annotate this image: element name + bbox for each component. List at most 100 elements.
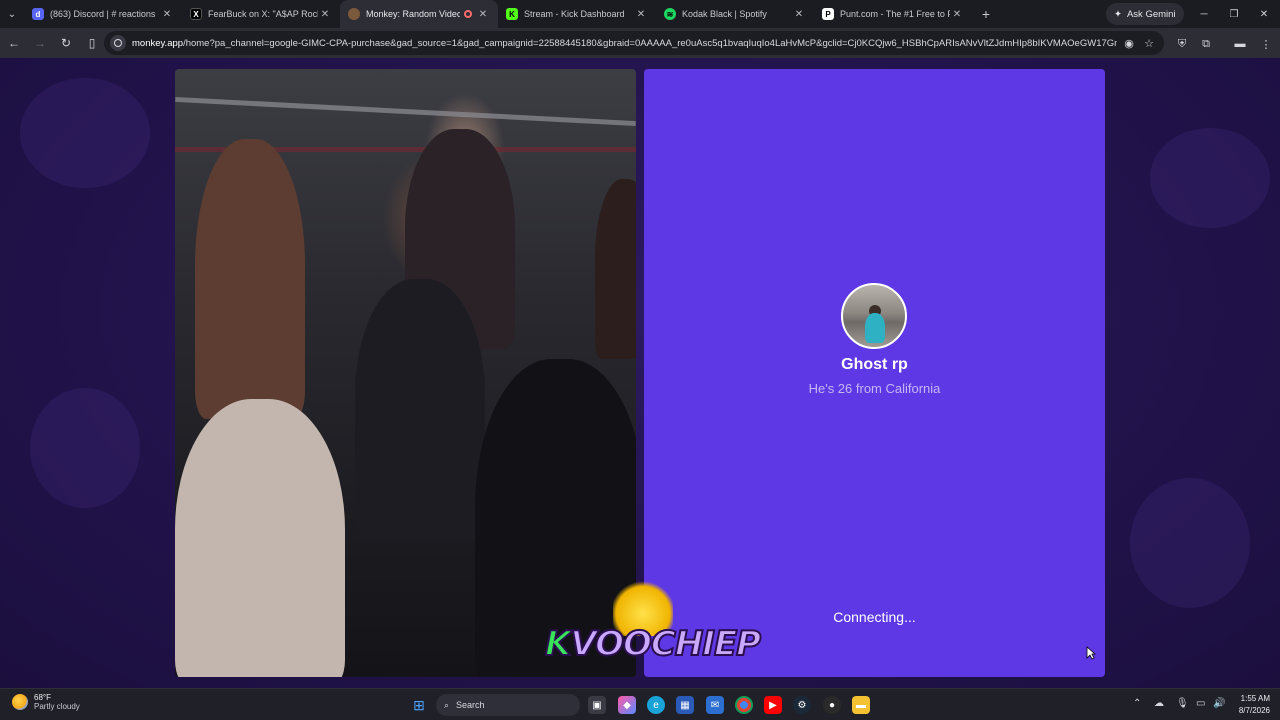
outlook-icon[interactable]: ✉	[706, 696, 724, 714]
person	[355, 279, 485, 539]
person	[195, 139, 305, 419]
task-view-icon[interactable]: ▣	[588, 696, 606, 714]
weather-desc: Partly cloudy	[34, 702, 80, 711]
chrome-icon[interactable]	[735, 696, 753, 714]
peer-name: Ghost rp	[841, 356, 908, 373]
punt-icon: P	[822, 8, 834, 20]
tab-title: FearBuck on X: "A$AP Rocky go	[208, 9, 318, 19]
weather-widget[interactable]: 68°F Partly cloudy	[12, 693, 80, 711]
minimize-button[interactable]: ─	[1188, 0, 1220, 28]
gemini-sparkle-icon: ✦	[1114, 8, 1122, 20]
background-blob	[1150, 128, 1270, 228]
profile-icon[interactable]: ▬	[1232, 36, 1248, 52]
close-icon[interactable]: ✕	[476, 9, 490, 20]
url-path: /home?pa_channel=google-GIMC-CPA-purchas…	[183, 37, 1117, 49]
search-icon: ⌕	[444, 699, 450, 710]
side-panel-button[interactable]: ▯	[80, 31, 104, 55]
tab-monkey[interactable]: Monkey: Random Video Ch ✕	[340, 0, 498, 28]
ring-rope	[175, 96, 636, 127]
address-bar[interactable]: monkey.app/home?pa_channel=google-GIMC-C…	[104, 31, 1164, 55]
tab-search-button[interactable]: ⌄	[0, 0, 24, 28]
clock[interactable]: 1:55 AM 8/7/2026	[1232, 693, 1270, 717]
weather-temp: 68°F	[34, 693, 51, 702]
kick-icon: K	[506, 8, 518, 20]
onedrive-icon[interactable]: ☁	[1154, 698, 1164, 709]
edge-icon[interactable]: e	[647, 696, 665, 714]
tab-title: Kodak Black | Spotify	[682, 9, 767, 19]
peer-avatar	[841, 283, 907, 349]
watermark-prefix: K	[544, 623, 572, 665]
peer-info: He's 26 from California	[808, 381, 941, 396]
tab-title: Monkey: Random Video Ch	[366, 9, 460, 19]
background-blob	[20, 78, 150, 188]
file-explorer-icon[interactable]: ▬	[852, 696, 870, 714]
side-panel-icon: ▯	[88, 36, 96, 50]
mouse-cursor-icon	[1086, 646, 1096, 660]
arrow-left-icon: ←	[8, 36, 20, 50]
extension-badge-icon[interactable]: ◉	[1122, 36, 1136, 50]
new-tab-button[interactable]: +	[972, 6, 1000, 22]
tab-title: Punt.com - The #1 Free to Play	[840, 9, 950, 19]
reload-icon: ↻	[60, 36, 72, 50]
reload-button[interactable]: ↻	[54, 31, 78, 55]
volume-icon[interactable]: 🔊	[1213, 698, 1225, 709]
ask-gemini-button[interactable]: ✦ Ask Gemini	[1106, 3, 1184, 25]
tab-discord[interactable]: d (863) Discord | #⁠⁠ reactions ✕	[24, 0, 182, 28]
tab-x[interactable]: X FearBuck on X: "A$AP Rocky go ✕	[182, 0, 340, 28]
extension-icon[interactable]: ⛨	[1174, 36, 1190, 52]
partly-cloudy-icon	[12, 694, 28, 710]
close-icon[interactable]: ✕	[950, 9, 964, 20]
recording-icon	[464, 10, 472, 18]
restore-button[interactable]: ❐	[1218, 0, 1250, 28]
taskbar-search[interactable]: ⌕ Search	[436, 694, 580, 716]
close-icon[interactable]: ✕	[792, 9, 806, 20]
forward-button[interactable]: →	[28, 31, 52, 55]
tab-punt[interactable]: P Punt.com - The #1 Free to Play ✕	[814, 0, 972, 28]
streamer-watermark: KVOOCHIEP	[544, 580, 762, 690]
url-host: monkey.app	[132, 37, 184, 49]
avatar-figure	[865, 313, 885, 343]
spotify-icon: ≋	[664, 8, 676, 20]
toolbar: ← → ↻ ▯ monkey.app/home?pa_channel=googl…	[0, 28, 1280, 58]
site-info-icon[interactable]	[110, 35, 126, 51]
clock-time: 1:55 AM	[1240, 694, 1270, 703]
person	[175, 399, 345, 677]
url-text[interactable]: monkey.app/home?pa_channel=google-GIMC-C…	[132, 38, 1117, 49]
tab-title: (863) Discord | #⁠⁠ reactions	[50, 9, 156, 19]
back-button[interactable]: ←	[2, 31, 26, 55]
chevron-up-icon[interactable]: ⌃	[1133, 698, 1141, 709]
arrow-right-icon: →	[34, 36, 46, 50]
watermark-text: KVOOCHIEP	[544, 623, 762, 665]
ask-gemini-label: Ask Gemini	[1126, 8, 1176, 20]
close-window-button[interactable]: ✕	[1248, 0, 1280, 28]
close-icon[interactable]: ✕	[634, 9, 648, 20]
menu-icon[interactable]: ⋮	[1258, 36, 1274, 52]
background-blob	[1130, 478, 1250, 608]
search-placeholder: Search	[456, 700, 485, 710]
tab-spotify[interactable]: ≋ Kodak Black | Spotify ✕	[656, 0, 814, 28]
discord-icon: d	[32, 8, 44, 20]
youtube-icon[interactable]: ▶	[764, 696, 782, 714]
x-icon: X	[190, 8, 202, 20]
steam-icon[interactable]: ⚙	[793, 696, 811, 714]
bookmark-star-icon[interactable]: ☆	[1142, 36, 1156, 50]
puzzle-icon[interactable]: ⧉	[1198, 36, 1214, 52]
background-blob	[30, 388, 140, 508]
windows-start-icon[interactable]: ⊞	[410, 696, 428, 714]
tab-kick[interactable]: K Stream - Kick Dashboard ✕	[498, 0, 656, 28]
person	[595, 179, 636, 359]
store-icon[interactable]: ▦	[676, 696, 694, 714]
network-icon[interactable]: ▭	[1196, 698, 1205, 709]
taskbar: 68°F Partly cloudy ⊞ ⌕ Search ▣ ◆ e ▦ ✉ …	[0, 688, 1280, 720]
microphone-icon[interactable]: 🎙	[1176, 698, 1189, 709]
obs-icon[interactable]: ●	[823, 696, 841, 714]
chevron-down-icon: ⌄	[7, 8, 17, 20]
clock-date: 8/7/2026	[1238, 706, 1270, 715]
tab-title: Stream - Kick Dashboard	[524, 9, 625, 19]
close-icon[interactable]: ✕	[318, 9, 332, 20]
close-icon[interactable]: ✕	[160, 9, 174, 20]
monkey-icon	[348, 8, 360, 20]
copilot-icon[interactable]: ◆	[618, 696, 636, 714]
tab-strip: ⌄ d (863) Discord | #⁠⁠ reactions ✕ X Fe…	[0, 0, 1280, 28]
watermark-rest: VOOCHIEP	[569, 623, 762, 665]
